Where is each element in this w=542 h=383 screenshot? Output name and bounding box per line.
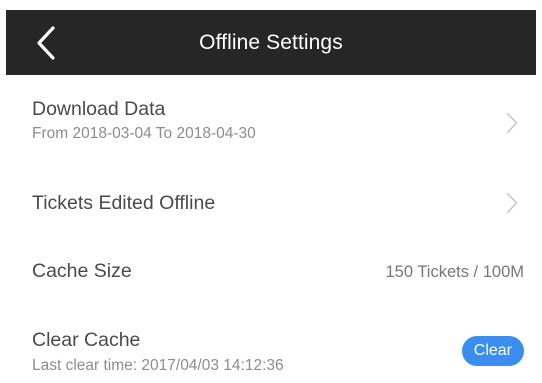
tickets-edited-offline-row[interactable]: Tickets Edited Offline <box>0 161 542 245</box>
last-clear-time: Last clear time: 2017/04/03 14:12:36 <box>32 357 284 374</box>
tickets-edited-offline-label: Tickets Edited Offline <box>32 192 216 214</box>
clear-cache-label: Clear Cache <box>32 329 141 351</box>
page-title: Offline Settings <box>199 30 343 54</box>
chevron-right-icon <box>506 112 518 134</box>
navigation-bar: Offline Settings <box>6 10 536 75</box>
chevron-left-icon <box>37 26 55 60</box>
cache-size-row: Cache Size 150 Tickets / 100M <box>0 245 542 315</box>
clear-cache-button[interactable]: Clear <box>461 336 524 366</box>
cache-size-value: 150 Tickets / 100M <box>385 263 525 281</box>
chevron-right-icon <box>506 192 518 214</box>
download-data-row[interactable]: Download Data From 2018-03-04 To 2018-04… <box>0 75 542 161</box>
back-button[interactable] <box>33 24 61 62</box>
download-date-range: From 2018-03-04 To 2018-04-30 <box>32 125 256 142</box>
clear-cache-row: Clear Cache Last clear time: 2017/04/03 … <box>0 315 542 383</box>
download-data-label: Download Data <box>32 98 166 120</box>
cache-size-label: Cache Size <box>32 260 132 282</box>
offline-settings-screen: Offline Settings Download Data From 2018… <box>0 0 542 383</box>
